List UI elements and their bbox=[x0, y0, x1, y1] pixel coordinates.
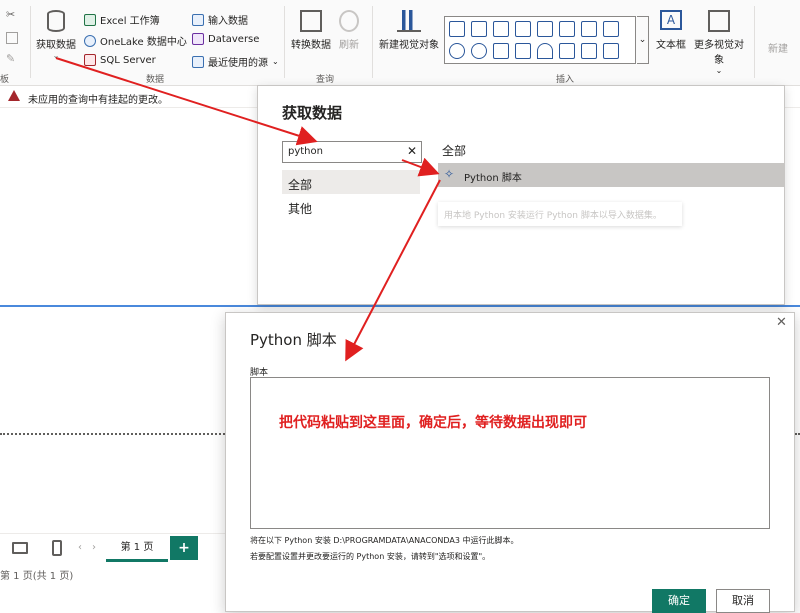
visuals-gallery bbox=[444, 16, 636, 64]
page-status: 第 1 页(共 1 页) bbox=[0, 571, 74, 582]
group-label-clipboard: 板 bbox=[0, 75, 10, 85]
sql-server-button[interactable]: SQL Server bbox=[84, 54, 156, 66]
group-label-query: 查询 bbox=[316, 75, 335, 85]
get-data-button[interactable]: 获取数据 ⌄ bbox=[34, 10, 78, 68]
search-input[interactable]: python ✕ bbox=[282, 141, 422, 163]
100-bar-icon[interactable] bbox=[537, 21, 553, 37]
close-icon[interactable]: ✕ bbox=[776, 315, 787, 330]
python-script-dialog: Python 脚本 ✕ 脚本 把代码粘贴到这里面，确定后，等待数据出现即可 将在… bbox=[225, 312, 795, 613]
sql-server-icon bbox=[84, 54, 96, 66]
excel-workbook-button[interactable]: Excel 工作簿 bbox=[84, 12, 160, 27]
map-icon[interactable] bbox=[515, 43, 531, 59]
onelake-button[interactable]: OneLake 数据中心 ⌄ bbox=[84, 33, 198, 48]
dataverse-label: Dataverse bbox=[208, 33, 260, 45]
cancel-button[interactable]: 取消 bbox=[716, 589, 770, 613]
search-value: python bbox=[288, 146, 323, 157]
dialog-title: 获取数据 bbox=[282, 104, 343, 122]
pie-chart-icon[interactable] bbox=[449, 43, 465, 59]
excel-icon bbox=[84, 13, 96, 26]
category-other[interactable]: 其他 bbox=[288, 200, 312, 217]
card-icon[interactable] bbox=[559, 43, 575, 59]
result-tooltip: 用本地 Python 安装运行 Python 脚本以导入数据集。 bbox=[438, 202, 682, 226]
100-column-icon[interactable] bbox=[559, 21, 575, 37]
excel-label: Excel 工作簿 bbox=[100, 16, 160, 27]
get-data-label: 获取数据 bbox=[36, 40, 76, 51]
slicer-icon[interactable] bbox=[581, 43, 597, 59]
gauge-icon[interactable] bbox=[537, 43, 553, 59]
recent-sources-button[interactable]: 最近使用的源 ⌄ bbox=[192, 54, 279, 69]
desktop-view-icon[interactable] bbox=[12, 542, 28, 554]
transform-icon bbox=[300, 10, 322, 32]
prev-page-icon[interactable]: ‹ bbox=[78, 542, 82, 553]
chevron-down-icon: ⌄ bbox=[52, 51, 60, 60]
more-visuals-button[interactable]: 更多视觉对象 ⌄ bbox=[690, 10, 748, 75]
gallery-more-icon[interactable]: ⌄ bbox=[637, 16, 649, 64]
chevron-down-icon: ⌄ bbox=[715, 66, 723, 75]
tab-page-1[interactable]: 第 1 页 bbox=[106, 536, 168, 562]
enter-data-label: 输入数据 bbox=[208, 16, 248, 27]
chevron-down-icon: ⌄ bbox=[272, 57, 279, 66]
textbox-label: 文本框 bbox=[656, 40, 686, 51]
transform-data-button[interactable]: 转换数据 bbox=[290, 10, 332, 68]
table-visual-icon[interactable] bbox=[603, 43, 619, 59]
result-label: Python 脚本 bbox=[464, 173, 522, 184]
group-label-insert: 插入 bbox=[556, 75, 575, 85]
treemap-icon[interactable] bbox=[493, 43, 509, 59]
group-label-data: 数据 bbox=[146, 75, 165, 85]
get-data-dialog: 获取数据 python ✕ 全部 其他 全部 ✧ Python 脚本 用本地 P… bbox=[257, 85, 785, 305]
refresh-label: 刷新 bbox=[339, 40, 359, 51]
recent-sources-label: 最近使用的源 bbox=[208, 58, 268, 69]
bar-chart-icon bbox=[397, 10, 421, 32]
textbox-icon: A bbox=[660, 10, 682, 30]
table-icon bbox=[192, 13, 204, 26]
report-canvas[interactable] bbox=[0, 110, 258, 305]
copy-icon[interactable] bbox=[6, 32, 18, 44]
textbox-button[interactable]: A 文本框 bbox=[654, 10, 688, 68]
more-visuals-label: 更多视觉对象 bbox=[694, 40, 744, 66]
format-painter-icon[interactable]: ✎ bbox=[6, 52, 18, 65]
python-script-icon: ✧ bbox=[444, 167, 455, 181]
category-all[interactable]: 全部 bbox=[282, 170, 420, 194]
cut-icon[interactable]: ✂ bbox=[6, 8, 18, 21]
more-visuals-icon bbox=[708, 10, 730, 32]
settings-note: 若要配置设置并更改要运行的 Python 安装，请转到"选项和设置"。 bbox=[250, 552, 491, 561]
new-visual-button[interactable]: 新建视觉对象 bbox=[378, 10, 440, 68]
refresh-icon bbox=[339, 10, 359, 32]
python-path-note: 将在以下 Python 安装 D:\PROGRAMDATA\ANACONDA3 … bbox=[250, 536, 519, 545]
stacked-column-icon[interactable] bbox=[471, 21, 487, 37]
onelake-icon bbox=[84, 34, 96, 47]
mobile-view-icon[interactable] bbox=[52, 540, 62, 556]
clustered-column-icon[interactable] bbox=[515, 21, 531, 37]
area-chart-icon[interactable] bbox=[603, 21, 619, 37]
new-measure-button[interactable]: 新建 bbox=[760, 40, 796, 55]
line-chart-icon[interactable] bbox=[581, 21, 597, 37]
new-visual-label: 新建视觉对象 bbox=[379, 40, 439, 51]
result-python-script[interactable]: ✧ Python 脚本 bbox=[438, 163, 784, 187]
results-header: 全部 bbox=[442, 144, 467, 158]
page-tabs-bar: ‹ › 第 1 页 + bbox=[0, 533, 228, 563]
onelake-label: OneLake 数据中心 bbox=[100, 37, 187, 48]
warning-text: 未应用的查询中有挂起的更改。 bbox=[28, 95, 168, 106]
enter-data-button[interactable]: 输入数据 bbox=[192, 12, 248, 27]
ok-button[interactable]: 确定 bbox=[652, 589, 706, 613]
dataverse-icon bbox=[192, 33, 204, 45]
clear-search-icon[interactable]: ✕ bbox=[407, 144, 417, 158]
clustered-bar-icon[interactable] bbox=[493, 21, 509, 37]
transform-label: 转换数据 bbox=[291, 40, 331, 51]
stacked-bar-icon[interactable] bbox=[449, 21, 465, 37]
script-textarea[interactable]: 把代码粘贴到这里面，确定后，等待数据出现即可 bbox=[250, 377, 770, 529]
donut-chart-icon[interactable] bbox=[471, 43, 487, 59]
add-page-button[interactable]: + bbox=[170, 536, 198, 560]
warning-icon bbox=[8, 90, 20, 101]
database-icon bbox=[47, 10, 65, 32]
annotation-text: 把代码粘贴到这里面，确定后，等待数据出现即可 bbox=[279, 415, 587, 431]
dialog-title: Python 脚本 bbox=[250, 331, 337, 349]
refresh-button[interactable]: 刷新 bbox=[334, 10, 364, 68]
dataverse-button[interactable]: Dataverse bbox=[192, 33, 259, 45]
sql-server-label: SQL Server bbox=[100, 54, 156, 66]
recent-sources-icon bbox=[192, 55, 204, 68]
ribbon: ✂ ✎ 板 获取数据 ⌄ Excel 工作簿 OneLake 数据中心 ⌄ SQ… bbox=[0, 0, 800, 86]
next-page-icon[interactable]: › bbox=[92, 542, 96, 553]
